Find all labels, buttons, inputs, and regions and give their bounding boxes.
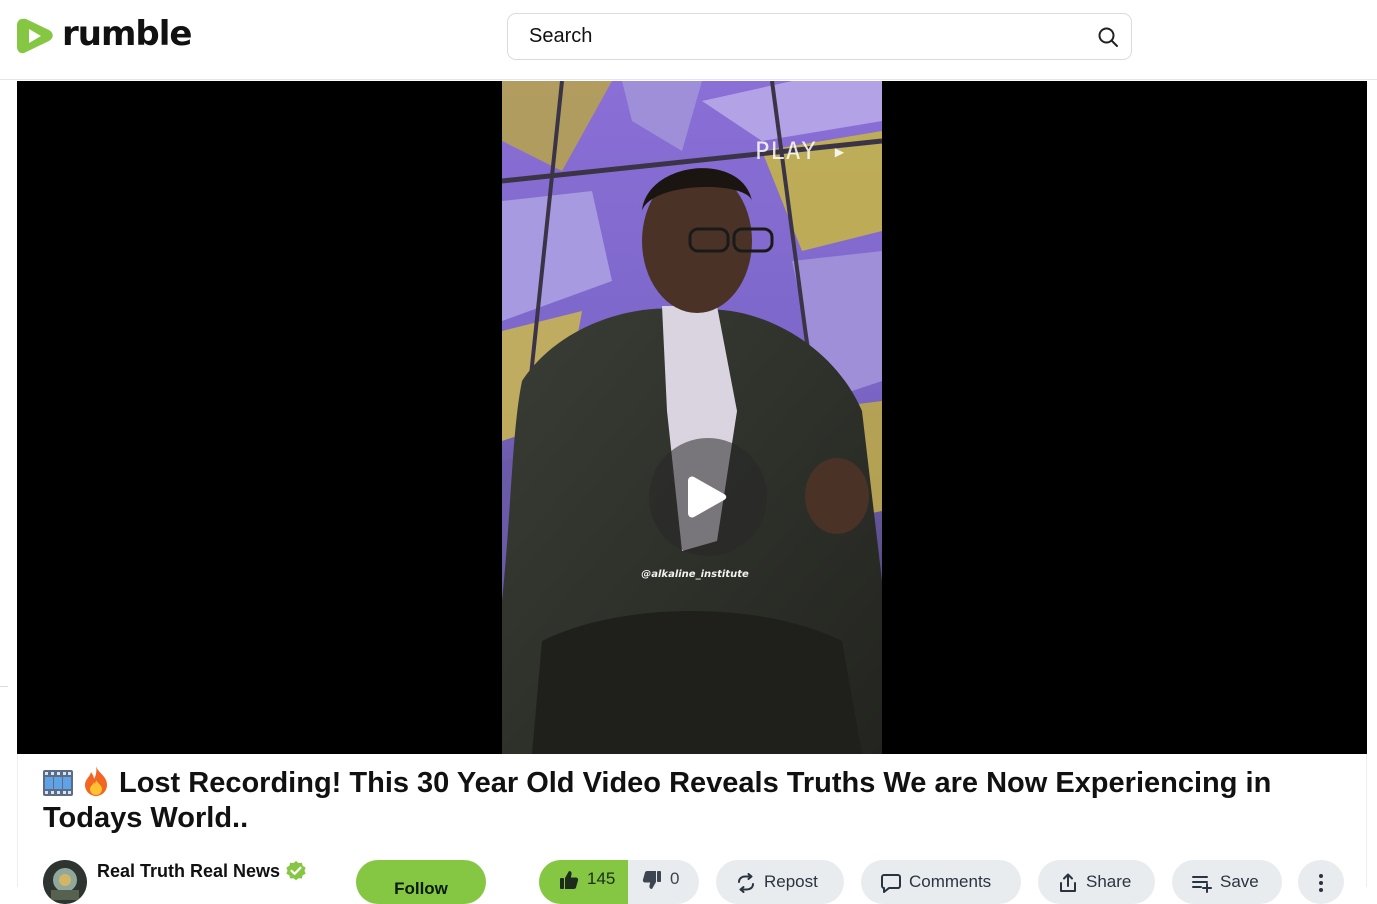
vote-buttons: 145 0 xyxy=(539,860,699,904)
thumbs-up-icon xyxy=(560,871,579,889)
channel-avatar[interactable] xyxy=(43,860,87,904)
dislike-button[interactable]: 0 xyxy=(628,860,699,904)
share-label: Share xyxy=(1086,872,1132,891)
video-title: Lost Recording! This 30 Year Old Video R… xyxy=(43,766,1343,836)
verified-badge-icon xyxy=(286,861,306,881)
video-frame xyxy=(502,81,882,754)
avatar-image xyxy=(43,860,87,904)
play-button[interactable] xyxy=(649,438,767,556)
video-watermark: @alkaline_institute xyxy=(641,569,749,580)
like-button[interactable]: 145 xyxy=(539,860,628,904)
comments-label: Comments xyxy=(909,872,992,891)
logo-wordmark: rumble xyxy=(62,14,192,54)
film-frames-icon xyxy=(43,770,73,796)
comment-icon xyxy=(881,874,901,893)
like-count: 145 xyxy=(587,869,616,888)
save-label: Save xyxy=(1220,872,1259,891)
rumble-logo-icon xyxy=(17,18,53,54)
video-title-text: Lost Recording! This 30 Year Old Video R… xyxy=(43,767,1272,834)
comments-button[interactable]: Comments xyxy=(861,860,1021,904)
more-options-button[interactable] xyxy=(1298,860,1344,904)
fire-icon xyxy=(85,766,107,796)
dislike-count: 0 xyxy=(670,869,680,888)
follow-button[interactable]: Follow xyxy=(356,860,486,904)
search-input[interactable] xyxy=(509,15,1069,58)
site-header: rumble xyxy=(0,0,1377,80)
more-vertical-icon xyxy=(1319,874,1323,892)
video-player[interactable]: PLAY ▸ @alkaline_institute xyxy=(17,81,1367,754)
left-rail xyxy=(0,80,16,887)
video-overlay-sign: PLAY ▸ xyxy=(755,137,848,165)
share-icon xyxy=(1060,873,1076,892)
repost-button[interactable]: Repost xyxy=(716,860,844,904)
rumble-logo[interactable]: rumble xyxy=(16,14,192,58)
channel-row: Real Truth Real News Follow 145 0 Repost… xyxy=(43,858,1363,904)
video-info: Lost Recording! This 30 Year Old Video R… xyxy=(17,754,1367,904)
repost-icon xyxy=(738,873,754,893)
search-bar xyxy=(507,13,1132,60)
search-icon xyxy=(1098,27,1118,47)
channel-name[interactable]: Real Truth Real News xyxy=(97,861,280,882)
play-icon xyxy=(688,476,727,518)
share-button[interactable]: Share xyxy=(1038,860,1155,904)
search-button[interactable] xyxy=(1093,22,1123,52)
add-to-playlist-icon xyxy=(1192,876,1212,893)
repost-label: Repost xyxy=(764,872,818,891)
thumbs-down-icon xyxy=(642,871,661,889)
save-button[interactable]: Save xyxy=(1172,860,1282,904)
rail-divider xyxy=(0,686,8,687)
